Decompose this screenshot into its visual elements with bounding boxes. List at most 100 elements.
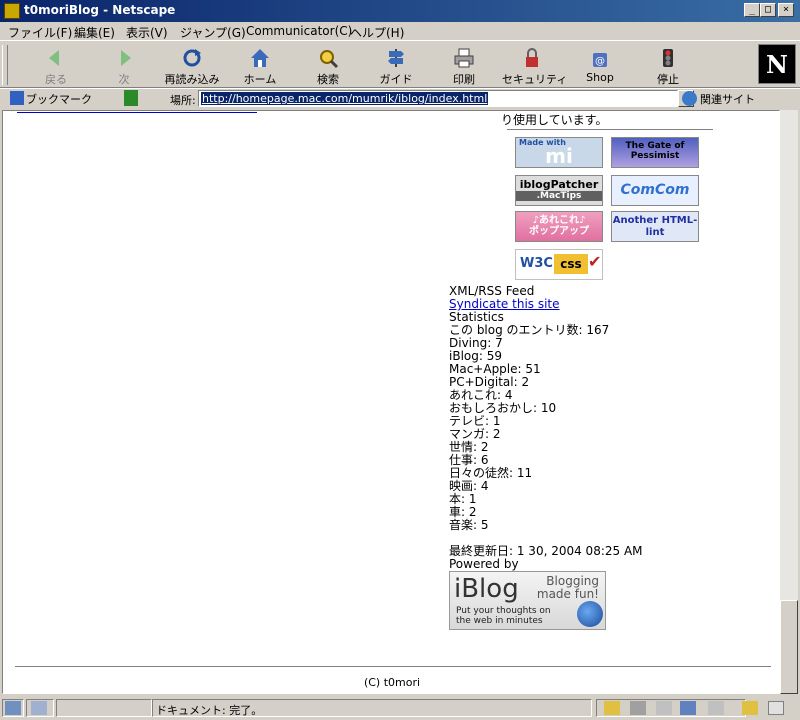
progress-cell [56, 699, 152, 717]
search-label: 検索 [317, 73, 339, 86]
checkmark-icon: ✔ [588, 252, 602, 271]
iblog-subtext: Put your thoughts on the web in minutes [456, 606, 551, 626]
copyright-text: (C) t0mori [363, 676, 421, 689]
menu-edit[interactable]: 編集(E) [74, 24, 115, 41]
bookmarks-button[interactable]: ブックマーク [26, 91, 92, 107]
location-label: 場所: [170, 94, 196, 107]
forward-label: 次 [118, 73, 130, 86]
security-status-cell[interactable] [2, 699, 24, 717]
security-label: セキュリティ [502, 73, 568, 86]
composer-component-icon[interactable] [708, 701, 724, 715]
sidebar-divider [507, 129, 713, 130]
connection-status-cell[interactable] [26, 699, 54, 717]
menu-help[interactable]: ヘルプ(H) [350, 24, 404, 41]
title-bar: t0moriBlog - Netscape _ □ × [0, 0, 800, 22]
print-label: 印刷 [453, 73, 475, 86]
close-button[interactable]: × [778, 3, 794, 17]
html-lint-text: Another HTML-lint [612, 215, 698, 238]
bookmark-icon [10, 91, 24, 105]
maximize-button[interactable]: □ [760, 3, 776, 17]
home-label: ホーム [243, 73, 277, 86]
security-status-icon [5, 701, 21, 715]
mail-component-icon[interactable] [630, 701, 646, 715]
globe-icon [577, 601, 603, 627]
netscape-app-icon[interactable] [4, 3, 20, 19]
home-icon [249, 47, 271, 69]
back-button[interactable]: 戻る [26, 45, 86, 86]
reload-icon [181, 47, 203, 69]
stop-button[interactable]: 停止 [638, 45, 698, 86]
tagline-line-1: Blogging [546, 574, 599, 588]
news-component-icon[interactable] [656, 701, 672, 715]
toolbar-grip[interactable] [2, 45, 8, 85]
home-button[interactable]: ホーム [230, 45, 290, 86]
css-text: css [554, 254, 588, 274]
navigator-component-icon[interactable] [604, 701, 620, 715]
subtext-line-2: the web in minutes [456, 616, 543, 626]
tagline-line-2: made fun! [536, 587, 599, 601]
forward-arrow-icon [113, 47, 135, 69]
location-bar: ブックマーク 場所: http://homepage.mac.com/mumri… [0, 88, 800, 108]
lock-icon [521, 47, 543, 69]
made-with-mi-badge[interactable]: Made with mi [515, 137, 603, 168]
menu-communicator[interactable]: Communicator(C) [246, 24, 352, 38]
cut-off-link[interactable] [17, 111, 257, 113]
search-button[interactable]: 検索 [298, 45, 358, 86]
address-book-component-icon[interactable] [680, 701, 696, 715]
related-sites-button[interactable]: 関連サイト [682, 91, 755, 107]
security-button[interactable]: セキュリティ [502, 45, 568, 86]
gate-of-pessimist-badge[interactable]: The Gate of Pessimist [611, 137, 699, 168]
iblog-logo-text: iBlog [454, 574, 519, 604]
back-label: 戻る [45, 73, 67, 86]
guide-button[interactable]: ガイド [366, 45, 426, 86]
iblog-tagline: Blogging made fun! [537, 575, 599, 601]
url-input[interactable]: http://homepage.mac.com/mumrik/iblog/ind… [198, 90, 678, 107]
status-bar: ドキュメント: 完了。 [0, 696, 800, 720]
iblogpatcher-text: iblogPatcher [519, 178, 599, 191]
gate-text: The Gate of Pessimist [625, 141, 685, 161]
forward-button[interactable]: 次 [94, 45, 154, 86]
popup-text: ポップアップ [529, 226, 589, 237]
pencil-icon[interactable] [742, 701, 758, 715]
menu-bar: ファイル(F) 編集(E) 表示(V) ジャンプ(G) Communicator… [0, 22, 800, 40]
printer-icon [453, 47, 475, 69]
shop-button[interactable]: @ Shop [570, 45, 630, 85]
iblog-banner[interactable]: iBlog Blogging made fun! Put your though… [449, 571, 606, 630]
netscape-logo[interactable]: N [758, 44, 796, 84]
menu-view[interactable]: 表示(V) [126, 24, 168, 41]
minimize-button[interactable]: _ [744, 3, 760, 17]
shopping-bag-icon: @ [589, 47, 611, 69]
menu-file[interactable]: ファイル(F) [8, 24, 72, 41]
footer-divider [15, 666, 771, 667]
syndicate-link[interactable]: Syndicate this site [449, 297, 560, 311]
stop-icon [657, 47, 679, 69]
check-icon[interactable] [768, 701, 784, 715]
url-text: http://homepage.mac.com/mumrik/iblog/ind… [201, 92, 489, 105]
mi-logo-text: mi [545, 144, 573, 168]
navigation-toolbar: 戻る 次 再読み込み ホーム 検索 ガイド 印刷 セキュリティ @ Shop 停… [0, 40, 800, 88]
comcom-badge[interactable]: ComCom [611, 175, 699, 206]
print-button[interactable]: 印刷 [434, 45, 494, 86]
page-proxy-icon[interactable] [124, 90, 138, 106]
svg-text:@: @ [595, 56, 605, 67]
subtext-line-1: Put your thoughts on [456, 606, 551, 616]
w3c-css-badge[interactable]: W3C css ✔ [515, 249, 603, 280]
search-icon [317, 47, 339, 69]
usage-note: り使用しています。 [501, 113, 608, 127]
arekore-text: ♪あれこれ♪ [532, 215, 586, 226]
reload-button[interactable]: 再読み込み [162, 45, 222, 86]
another-html-lint-badge[interactable]: Another HTML-lint [611, 211, 699, 242]
menu-go[interactable]: ジャンプ(G) [180, 24, 246, 41]
stop-label: 停止 [657, 73, 679, 86]
vertical-scrollbar[interactable] [780, 110, 798, 694]
status-text: ドキュメント: 完了。 [156, 704, 263, 717]
reload-label: 再読み込み [164, 73, 220, 86]
powered-by-label: Powered by [449, 557, 519, 571]
arekore-popup-badge[interactable]: ♪あれこれ♪ ポップアップ [515, 211, 603, 242]
window-title: t0moriBlog - Netscape [24, 3, 176, 17]
related-sites-label: 関連サイト [700, 93, 755, 106]
guide-label: ガイド [379, 73, 413, 86]
iblogpatcher-badge[interactable]: iblogPatcher .MacTips [515, 175, 603, 206]
guide-icon [385, 47, 407, 69]
scrollbar-thumb[interactable] [780, 600, 798, 694]
